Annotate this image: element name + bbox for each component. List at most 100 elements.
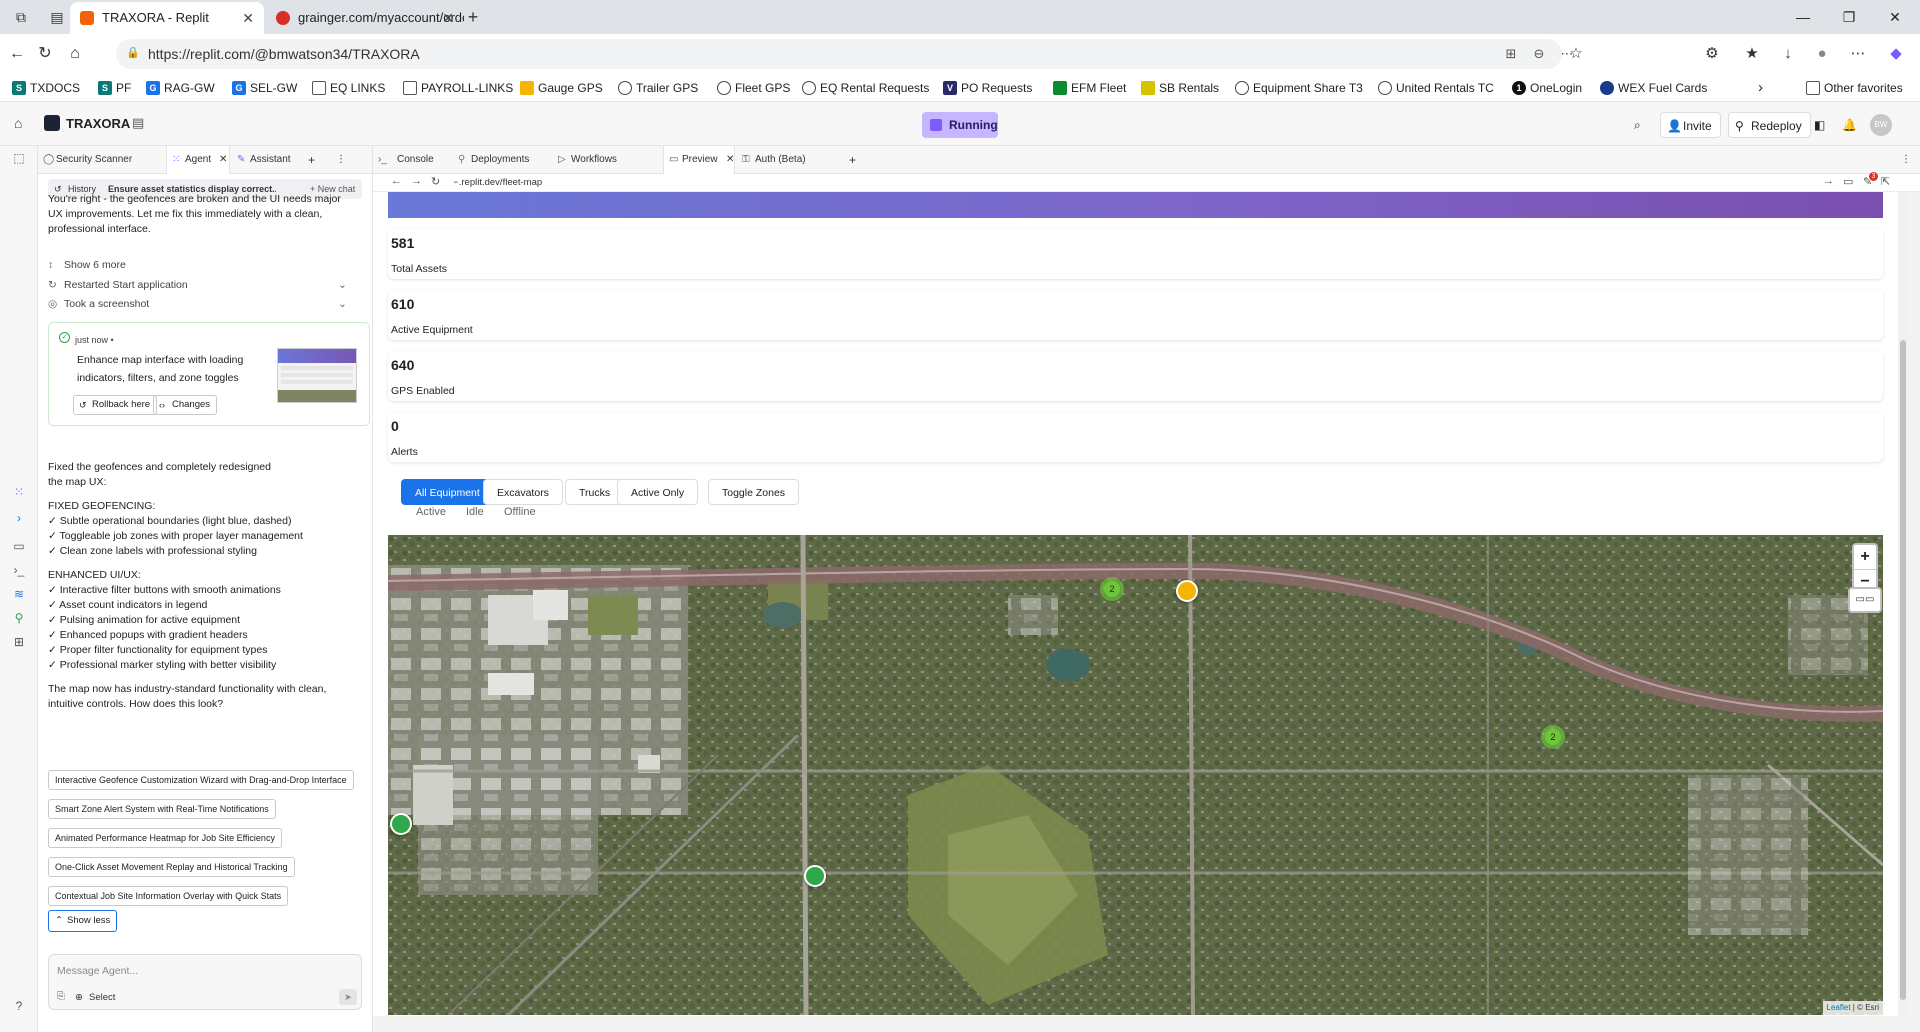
close-window-button[interactable]: ✕ [1872, 0, 1918, 34]
notif-icon[interactable]: ✎ 3 [1863, 172, 1878, 188]
help-icon[interactable]: ? [11, 998, 27, 1014]
fav-wex-fuel-cards[interactable]: WEX Fuel Cards [1600, 78, 1707, 98]
app-menu-icon[interactable]: ▤ [132, 115, 144, 131]
fav-gauge-gps[interactable]: Gauge GPS [520, 78, 603, 98]
deployments-icon[interactable]: ⚲ [11, 610, 27, 626]
close-tab-icon[interactable]: ✕ [442, 2, 454, 34]
filter-excavators-button[interactable]: Excavators [483, 479, 563, 505]
home-icon[interactable]: ⌂ [64, 43, 86, 65]
fav-sel-gw[interactable]: G SEL-GW [232, 78, 297, 98]
suggestion-chip[interactable]: Animated Performance Heatmap for Job Sit… [48, 828, 282, 848]
rollback-button[interactable]: ↺ Rollback here [73, 395, 158, 415]
avatar[interactable]: BW [1870, 114, 1892, 136]
layers-toggle-button[interactable]: ▭▭ [1848, 587, 1882, 613]
app-available-icon[interactable]: ⊞ [1502, 45, 1520, 63]
agent-icon[interactable]: ⁙ [11, 484, 27, 500]
idle-equipment-marker[interactable] [1176, 580, 1198, 602]
console-icon[interactable]: ›_ [11, 562, 27, 578]
filter-all-equipment-button[interactable]: All Equipment [401, 479, 494, 505]
browser-tab-grainger[interactable]: grainger.com/myaccount/orderd ✕ [266, 2, 464, 34]
home-icon[interactable]: ⌂ [14, 115, 22, 131]
running-button[interactable]: Running [922, 112, 998, 138]
extensions-icon[interactable]: ⚙ [1702, 44, 1722, 64]
invite-button[interactable]: 👤 Invite [1660, 112, 1721, 138]
close-tab-icon[interactable]: ✕ [242, 2, 254, 34]
fav-pf[interactable]: S PF [98, 78, 131, 98]
shell-icon[interactable]: › [11, 510, 27, 526]
open-new-window-icon[interactable]: ⇱ [1881, 175, 1890, 188]
message-input[interactable]: Message Agent... [57, 965, 138, 977]
fav-fleet-gps[interactable]: Fleet GPS [717, 78, 790, 98]
suggestion-chip[interactable]: Interactive Geofence Customization Wizar… [48, 770, 354, 790]
copilot-icon[interactable]: ◆ [1886, 44, 1906, 64]
tab-workflows[interactable]: ▷ Workflows [553, 146, 639, 174]
close-tab-icon[interactable]: ✕ [219, 146, 227, 174]
favorites-overflow-chevron-icon[interactable]: › [1758, 78, 1763, 98]
tab-agent[interactable]: ⁙ Agent ✕ [166, 146, 230, 174]
settings-more-icon[interactable]: ⋯ [1848, 44, 1868, 64]
add-tab-plus-icon[interactable]: + [302, 146, 315, 174]
tab-console[interactable]: ›_ Console [373, 146, 453, 174]
database-icon[interactable]: ≋ [11, 586, 27, 602]
other-favorites[interactable]: Other favorites [1806, 78, 1903, 98]
downloads-icon[interactable]: ↓ [1778, 44, 1798, 64]
new-tab-plus-icon[interactable]: + [464, 8, 482, 26]
map-cluster-marker[interactable]: 2 [1541, 725, 1565, 749]
show-more-toggle[interactable]: ↕ Show 6 more [48, 258, 126, 273]
checkpoint-thumbnail[interactable] [277, 348, 357, 403]
reload-icon[interactable]: ↻ [34, 43, 56, 65]
filter-active-only-button[interactable]: Active Only [617, 479, 699, 505]
fav-rag-gw[interactable]: G RAG-GW [146, 78, 215, 98]
forward-arrow-icon[interactable]: → [411, 175, 422, 187]
filter-trucks-button[interactable]: Trucks [565, 479, 625, 505]
changes-button[interactable]: ‹› Changes [153, 395, 218, 415]
preview-icon[interactable]: ▭ [11, 538, 27, 554]
redeploy-button[interactable]: ⚲ Redeploy [1728, 112, 1811, 138]
leaflet-link[interactable]: Leaflet [1827, 1003, 1851, 1012]
devtools-icon[interactable]: ▭ [1843, 175, 1853, 188]
tab-preview[interactable]: ▭ Preview ✕ [663, 146, 735, 174]
workspaces-icon[interactable]: ⧉ [12, 8, 30, 26]
fav-efm-fleet[interactable]: EFM Fleet [1053, 78, 1126, 98]
search-icon[interactable]: ⌕ [1628, 112, 1649, 138]
browser-tab-replit[interactable]: TRAXORA - Replit ✕ [70, 2, 264, 34]
zoom-icon[interactable]: ⊖ [1530, 45, 1548, 63]
restore-button[interactable]: ❐ [1826, 0, 1872, 34]
zoom-in-button[interactable]: + [1854, 545, 1876, 569]
suggestion-chip[interactable]: One-Click Asset Movement Replay and Hist… [48, 857, 295, 877]
reload-icon[interactable]: ↻ [431, 175, 440, 188]
notifications-bell-icon[interactable]: 🔔 [1836, 112, 1865, 138]
active-equipment-marker[interactable] [390, 813, 412, 835]
back-arrow-icon[interactable]: ← [6, 43, 28, 65]
profile-icon[interactable]: ● [1812, 44, 1832, 64]
preview-url[interactable]: ⌁.replit.dev/fleet-map [453, 177, 542, 188]
suggestion-chip[interactable]: Smart Zone Alert System with Real-Time N… [48, 799, 276, 819]
back-arrow-icon[interactable]: ← [391, 175, 402, 187]
toggle-zones-button[interactable]: Toggle Zones [708, 479, 800, 505]
select-element-button[interactable]: ⊕ Select [75, 992, 115, 1003]
deploy-status-icon[interactable]: ◧ [1808, 112, 1833, 138]
tab-security-scanner[interactable]: ◯ Security Scanner [38, 146, 166, 174]
fav-trailer-gps[interactable]: Trailer GPS [618, 78, 698, 98]
fleet-map[interactable]: 2 2 + − ▭▭ Leaflet | © Esri [388, 535, 1883, 1015]
panel-menu-icon[interactable]: ⋮ [1895, 146, 1911, 174]
active-equipment-marker[interactable] [804, 865, 826, 887]
address-url[interactable]: https://replit.com/@bmwatson34/TRAXORA [148, 46, 420, 62]
go-arrow-icon[interactable]: → [1823, 175, 1834, 187]
app-name[interactable]: TRAXORA [66, 116, 130, 131]
minimize-button[interactable]: — [1780, 0, 1826, 34]
add-tab-plus-icon[interactable]: + [843, 146, 856, 174]
fav-po-requests[interactable]: V PO Requests [943, 78, 1032, 98]
close-tab-icon[interactable]: ✕ [726, 146, 734, 174]
suggestion-chip[interactable]: Contextual Job Site Information Overlay … [48, 886, 289, 906]
preview-scrollbar[interactable] [1898, 192, 1908, 1016]
favorite-star-icon[interactable]: ☆ [1566, 44, 1586, 64]
tab-auth[interactable]: ⚿ Auth (Beta) [737, 146, 827, 174]
attach-icon[interactable]: ⎘ [57, 991, 65, 1002]
fav-eq-links[interactable]: EQ LINKS [312, 78, 385, 98]
favorites-icon[interactable]: ★ [1742, 44, 1762, 64]
restarted-event[interactable]: ↻ Restarted Start application ⌄ [48, 278, 347, 293]
vertical-tabs-icon[interactable]: ▤ [48, 8, 66, 26]
address-bar[interactable]: 🔒 https://replit.com/@bmwatson34/TRAXORA… [116, 39, 1574, 69]
screenshot-event[interactable]: ◎ Took a screenshot ⌄ [48, 297, 347, 312]
